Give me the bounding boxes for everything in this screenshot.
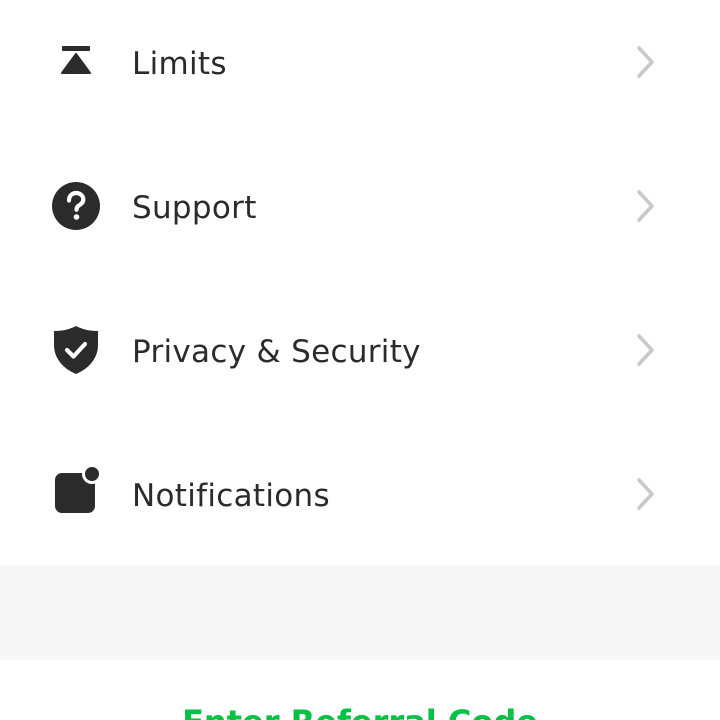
- menu-item-privacy-security[interactable]: Privacy & Security: [0, 288, 720, 432]
- limits-icon: [51, 37, 101, 87]
- menu-item-notifications[interactable]: Notifications: [0, 432, 720, 576]
- menu-item-support[interactable]: Support: [0, 144, 720, 288]
- menu-item-label: Support: [132, 190, 257, 226]
- menu-item-label: Privacy & Security: [132, 334, 421, 370]
- referral-section: Enter Referral Code: [0, 660, 720, 720]
- enter-referral-code-button[interactable]: Enter Referral Code: [0, 702, 720, 720]
- menu-item-limits[interactable]: Limits: [0, 0, 720, 144]
- notification-badge-icon: [51, 465, 101, 515]
- question-circle-icon: [51, 181, 101, 231]
- menu-item-label: Notifications: [132, 478, 330, 514]
- chevron-right-icon: [634, 188, 658, 224]
- settings-menu-list: Limits Support Privacy & Security Notifi…: [0, 0, 720, 565]
- chevron-right-icon: [634, 44, 658, 80]
- chevron-right-icon: [634, 476, 658, 512]
- section-divider: [0, 565, 720, 660]
- menu-item-label: Limits: [132, 46, 227, 82]
- shield-check-icon: [51, 325, 101, 375]
- chevron-right-icon: [634, 332, 658, 368]
